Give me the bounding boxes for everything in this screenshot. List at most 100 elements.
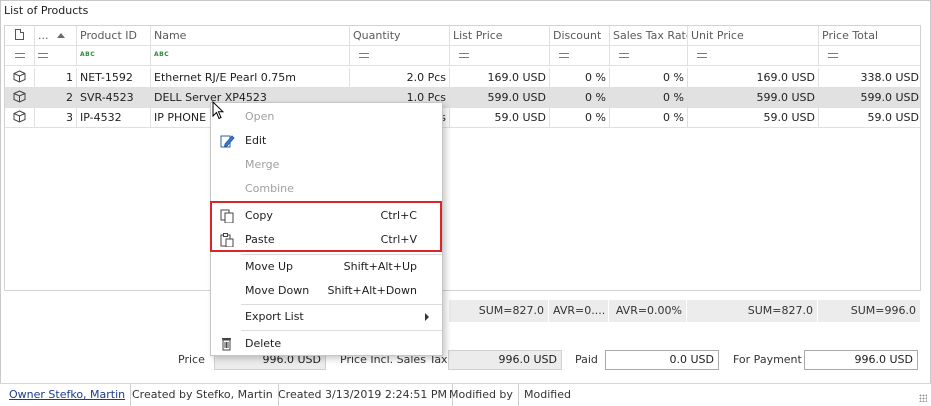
text-filter-icon: ABC (154, 51, 170, 58)
column-header-list-price[interactable]: List Price (450, 26, 550, 46)
filter-cell[interactable]: ABC (151, 46, 350, 66)
filter-cell[interactable] (550, 46, 610, 66)
mouse-cursor-icon (212, 101, 224, 120)
summary-discount: AVR=0.... (549, 300, 609, 322)
equals-filter-icon (828, 52, 838, 58)
list-price-cell: 169.0 USD (450, 68, 550, 88)
row-number: 3 (35, 108, 77, 128)
discount-cell: 0 % (550, 88, 610, 108)
menu-item-move-up[interactable]: Move Up Shift+Alt+Up (212, 255, 441, 279)
menu-separator (241, 202, 442, 203)
created-status: Created 3/13/2019 2:24:51 PM (273, 384, 453, 406)
column-header-number[interactable]: ... (35, 26, 77, 46)
sort-ascending-icon (56, 32, 65, 38)
menu-item-move-down[interactable]: Move Down Shift+Alt+Down (212, 279, 441, 303)
sales-tax-cell: 0 % (610, 68, 688, 88)
filter-cell[interactable] (610, 46, 688, 66)
totals-bar: Price 996.0 USD Price Incl. Sales Tax 99… (0, 350, 931, 372)
paid-field[interactable]: 0.0 USD (605, 350, 719, 370)
equals-filter-icon (38, 52, 48, 58)
row-number: 2 (35, 88, 77, 108)
column-header-discount[interactable]: Discount (550, 26, 610, 46)
filter-cell[interactable] (688, 46, 819, 66)
discount-cell: 0 % (550, 108, 610, 128)
table-row[interactable]: 1 NET-1592 Ethernet RJ/E Pearl 0.75m 2.0… (5, 68, 920, 88)
equals-filter-icon (559, 52, 569, 58)
menu-item-export-list[interactable]: Export List (212, 305, 441, 329)
panel-title: List of Products (4, 4, 89, 17)
edit-icon (220, 135, 235, 148)
unit-price-cell: 169.0 USD (688, 68, 819, 88)
row-type-cell (5, 88, 35, 108)
products-grid[interactable]: ... Product ID Name Quantity List Price … (4, 25, 921, 291)
status-bar: Owner Stefko, Martin Created by Stefko, … (0, 383, 931, 406)
unit-price-cell: 599.0 USD (688, 88, 819, 108)
price-label: Price (178, 353, 205, 366)
filter-cell[interactable] (5, 46, 35, 66)
menu-item-open[interactable]: Open (212, 105, 441, 129)
summary-row: SUM=827.0 AVR=0.... AVR=0.00% SUM=827.0 … (4, 300, 921, 322)
product-box-icon (13, 90, 26, 103)
summary-list-price: SUM=827.0 (449, 300, 549, 322)
row-number: 1 (35, 68, 77, 88)
table-row[interactable]: 3 IP-4532 IP PHONE W s 59.0 USD 0 % 0 % … (5, 108, 920, 128)
menu-item-delete[interactable]: Delete (212, 332, 441, 356)
filter-cell[interactable] (350, 46, 450, 66)
discount-cell: 0 % (550, 68, 610, 88)
context-menu: Open Edit Merge Combine Copy Ctrl+C Past… (210, 102, 443, 356)
price-total-cell: 599.0 USD (819, 88, 920, 108)
menu-item-combine[interactable]: Combine (212, 177, 441, 201)
filter-cell[interactable] (35, 46, 77, 66)
unit-price-cell: 59.0 USD (688, 108, 819, 128)
product-box-icon (13, 70, 26, 83)
menu-item-edit[interactable]: Edit (212, 129, 441, 153)
price-incl-tax-field: 996.0 USD (448, 350, 562, 370)
created-by-status: Created by Stefko, Martin (127, 384, 279, 406)
paid-label: Paid (575, 353, 598, 366)
equals-filter-icon (14, 52, 25, 58)
price-total-cell: 338.0 USD (819, 68, 920, 88)
copy-icon (220, 209, 234, 223)
summary-unit-price: SUM=827.0 (687, 300, 818, 322)
submenu-arrow-icon (425, 313, 429, 321)
owner-link[interactable]: Owner Stefko, Martin (4, 384, 132, 406)
for-payment-label: For Payment (733, 353, 802, 366)
menu-item-merge[interactable]: Merge (212, 153, 441, 177)
trash-icon (222, 338, 231, 351)
table-row-selected[interactable]: 2 SVR-4523 DELL Server XP4523 1.0 Pcs 59… (5, 88, 920, 108)
summary-sales-tax: AVR=0.00% (609, 300, 687, 322)
menu-separator (241, 330, 442, 331)
column-header-name[interactable]: Name (151, 26, 350, 46)
column-header-sales-tax-rate[interactable]: Sales Tax Rate (610, 26, 688, 46)
menu-item-paste[interactable]: Paste Ctrl+V (212, 228, 441, 252)
sales-tax-cell: 0 % (610, 108, 688, 128)
sales-tax-cell: 0 % (610, 88, 688, 108)
document-icon (15, 29, 24, 40)
list-price-cell: 599.0 USD (450, 88, 550, 108)
text-filter-icon: ABC (80, 51, 96, 58)
summary-price-total: SUM=996.0 (818, 300, 921, 322)
paste-icon (220, 233, 234, 247)
modified-by-status: Modified by (444, 384, 519, 406)
column-header-quantity[interactable]: Quantity (350, 26, 450, 46)
row-type-cell (5, 68, 35, 88)
filter-cell[interactable]: ABC (77, 46, 151, 66)
resize-grip-icon[interactable] (919, 394, 927, 402)
for-payment-field: 996.0 USD (804, 350, 918, 370)
column-header-unit-price[interactable]: Unit Price (688, 26, 819, 46)
column-header-product-id[interactable]: Product ID (77, 26, 151, 46)
filter-row: ABC ABC (5, 46, 920, 66)
filter-cell[interactable] (819, 46, 920, 66)
column-header-price-total[interactable]: Price Total (819, 26, 920, 46)
equals-filter-icon (359, 52, 369, 58)
equals-filter-icon (697, 52, 707, 58)
column-header-document[interactable] (5, 26, 35, 46)
equals-filter-icon (619, 52, 629, 58)
quantity-cell: 2.0 Pcs (350, 68, 450, 88)
filter-cell[interactable] (450, 46, 550, 66)
equals-filter-icon (459, 52, 469, 58)
product-box-icon (13, 110, 26, 123)
list-price-cell: 59.0 USD (450, 108, 550, 128)
product-id-cell: SVR-4523 (77, 88, 151, 108)
menu-item-copy[interactable]: Copy Ctrl+C (212, 204, 441, 228)
